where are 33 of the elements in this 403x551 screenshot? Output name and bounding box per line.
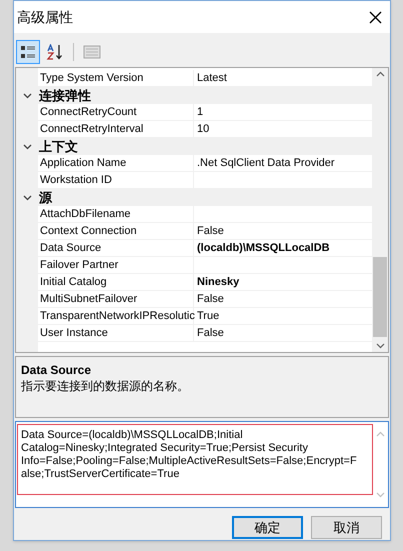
- scroll-up-icon[interactable]: [376, 71, 384, 77]
- property-name[interactable]: TransparentNetworkIPResolutic: [38, 308, 194, 325]
- property-value[interactable]: Ninesky: [194, 274, 372, 291]
- dialog-button[interactable]: 取消: [311, 516, 382, 539]
- close-icon[interactable]: [369, 10, 382, 24]
- property-name[interactable]: Failover Partner: [38, 257, 194, 274]
- scrollbar[interactable]: [372, 68, 388, 352]
- dialog-button[interactable]: 确定: [232, 516, 303, 539]
- property-value[interactable]: False: [194, 291, 372, 308]
- property-name[interactable]: User Instance: [38, 325, 194, 342]
- property-name[interactable]: MultiSubnetFailover: [38, 291, 194, 308]
- property-value[interactable]: .Net SqlClient Data Provider: [194, 155, 372, 172]
- scroll-down-icon[interactable]: [376, 343, 384, 349]
- property-name[interactable]: Initial Catalog: [38, 274, 194, 291]
- property-name[interactable]: Application Name: [38, 155, 194, 172]
- property-value[interactable]: True: [194, 308, 372, 325]
- category-label[interactable]: 连接弹性: [38, 86, 91, 106]
- property-value[interactable]: (localdb)\MSSQLLocalDB: [194, 240, 372, 257]
- description-title: Data Source: [21, 363, 92, 378]
- scroll-thumb[interactable]: [373, 257, 387, 337]
- property-name[interactable]: Data Source: [38, 240, 194, 257]
- property-value[interactable]: False: [194, 223, 372, 240]
- property-name[interactable]: ConnectRetryCount: [38, 104, 194, 121]
- connection-string: Data Source=(localdb)\MSSQLLocalDB;Initial Catalog=Ninesky;Integrated Security=True;Persist Security Info=False;Pooling=False;MultipleActiveResultSets=False;Encrypt=False;TrustServerCertificate=True: [21, 429, 358, 481]
- property-value[interactable]: False: [194, 325, 372, 342]
- description-text: 指示要连接到的数据源的名称。: [21, 378, 190, 394]
- category-label[interactable]: 上下文: [38, 136, 78, 156]
- window-title: 高级属性: [17, 8, 73, 26]
- property-value[interactable]: 1: [194, 104, 372, 121]
- property-name[interactable]: AttachDbFilename: [38, 206, 194, 223]
- category-label[interactable]: 源: [38, 188, 52, 208]
- property-name[interactable]: Context Connection: [38, 223, 194, 240]
- categorized-view-icon[interactable]: [16, 40, 40, 64]
